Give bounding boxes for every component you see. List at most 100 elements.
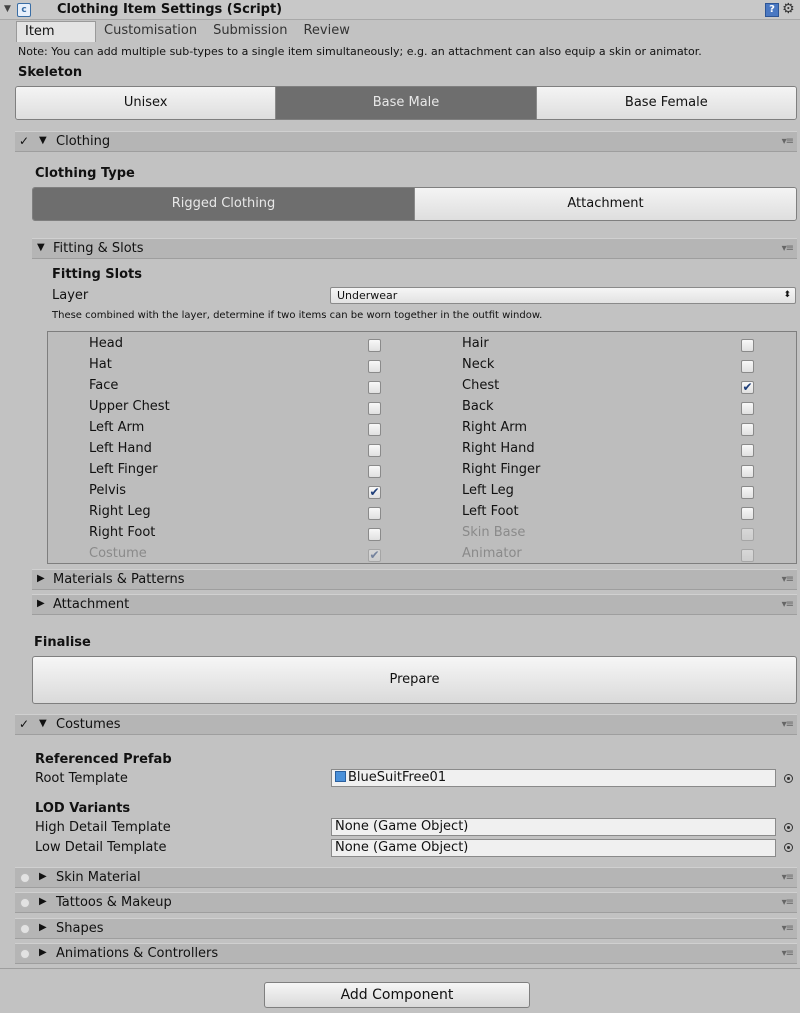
root-template-field[interactable]: BlueSuitFree01 <box>331 769 776 787</box>
slot-checkbox-hat[interactable] <box>368 360 381 373</box>
fitting-slots-grid: Head Hat Face Upper Chest Left Arm Left Hand L… <box>47 331 797 564</box>
clothing-foldout[interactable]: ✓ ▼ Clothing ▾≡ <box>15 131 797 152</box>
slot-checkbox-chest[interactable]: ✔ <box>741 381 754 394</box>
collapsed-arrow-icon: ▶ <box>39 922 47 933</box>
finalise-label: Finalise <box>34 635 91 650</box>
slot-checkbox-costume: ✔ <box>368 548 381 562</box>
slot-checkbox-right-foot[interactable] <box>368 528 381 541</box>
collapsed-arrow-icon: ▶ <box>39 896 47 907</box>
slot-checkbox-head[interactable] <box>368 339 381 352</box>
object-picker-icon[interactable] <box>784 843 793 852</box>
section-menu-icon[interactable]: ▾≡ <box>782 897 794 908</box>
slot-checkbox-right-arm[interactable] <box>741 423 754 436</box>
slot-label-hair: Hair <box>462 336 489 351</box>
tattoos-makeup-foldout[interactable]: ▶ Tattoos & Makeup ▾≡ <box>15 892 797 913</box>
slot-checkbox-back[interactable] <box>741 402 754 415</box>
dropdown-arrows-icon: ⬍ <box>783 290 791 300</box>
layer-dropdown[interactable]: Underwear ⬍ <box>330 287 796 304</box>
prepare-button[interactable]: Prepare <box>32 656 797 704</box>
slot-checkbox-hair[interactable] <box>741 339 754 352</box>
layer-label: Layer <box>52 288 89 303</box>
clothing-type-label: Clothing Type <box>35 166 135 181</box>
disabled-toggle-icon[interactable] <box>20 924 30 934</box>
tab-customisation[interactable]: Customisation <box>96 21 205 42</box>
collapsed-arrow-icon: ▶ <box>37 598 45 609</box>
slot-checkbox-left-finger[interactable] <box>368 465 381 478</box>
slot-checkbox-right-leg[interactable] <box>368 507 381 520</box>
clothing-type-rigged[interactable]: Rigged Clothing <box>33 188 415 220</box>
materials-patterns-foldout[interactable]: ▶ Materials & Patterns ▾≡ <box>32 569 797 590</box>
disabled-toggle-icon[interactable] <box>20 898 30 908</box>
object-picker-icon[interactable] <box>784 823 793 832</box>
slot-label-left-leg: Left Leg <box>462 483 514 498</box>
foldout-arrow-icon[interactable]: ▼ <box>4 4 11 14</box>
enabled-check-icon[interactable]: ✓ <box>19 134 29 148</box>
help-icon[interactable]: ? <box>765 3 779 17</box>
section-menu-icon[interactable]: ▾≡ <box>782 599 794 610</box>
slot-checkbox-right-hand[interactable] <box>741 444 754 457</box>
slot-label-costume: Costume <box>89 546 147 561</box>
section-menu-icon[interactable]: ▾≡ <box>782 136 794 147</box>
note-text: Note: You can add multiple sub-types to … <box>18 45 702 58</box>
shapes-foldout[interactable]: ▶ Shapes ▾≡ <box>15 918 797 939</box>
root-template-label: Root Template <box>35 771 128 786</box>
section-menu-icon[interactable]: ▾≡ <box>782 719 794 730</box>
low-detail-field[interactable]: None (Game Object) <box>331 839 776 857</box>
skeleton-option-base-female[interactable]: Base Female <box>536 87 796 119</box>
section-menu-icon[interactable]: ▾≡ <box>782 948 794 959</box>
slot-checkbox-left-leg[interactable] <box>741 486 754 499</box>
slot-label-left-hand: Left Hand <box>89 441 152 456</box>
object-picker-icon[interactable] <box>784 774 793 783</box>
slot-label-right-leg: Right Leg <box>89 504 151 519</box>
section-menu-icon[interactable]: ▾≡ <box>782 923 794 934</box>
slot-checkbox-left-hand[interactable] <box>368 444 381 457</box>
high-detail-field[interactable]: None (Game Object) <box>331 818 776 836</box>
layer-hint-text: These combined with the layer, determine… <box>52 310 543 321</box>
root-template-value: BlueSuitFree01 <box>348 770 447 785</box>
tab-review[interactable]: Review <box>295 21 357 42</box>
slot-label-skin-base: Skin Base <box>462 525 526 540</box>
disabled-toggle-icon[interactable] <box>20 873 30 883</box>
slot-label-right-arm: Right Arm <box>462 420 528 435</box>
section-menu-icon[interactable]: ▾≡ <box>782 243 794 254</box>
disabled-toggle-icon[interactable] <box>20 949 30 959</box>
clothing-foldout-label: Clothing <box>56 134 111 149</box>
slot-label-chest: Chest <box>462 378 500 393</box>
slot-label-left-arm: Left Arm <box>89 420 145 435</box>
costumes-foldout[interactable]: ✓ ▼ Costumes ▾≡ <box>15 714 797 735</box>
attachment-foldout[interactable]: ▶ Attachment ▾≡ <box>32 594 797 615</box>
slot-checkbox-pelvis[interactable]: ✔ <box>368 486 381 499</box>
skeleton-option-base-male[interactable]: Base Male <box>276 87 537 119</box>
slot-checkbox-upper-chest[interactable] <box>368 402 381 415</box>
slot-checkbox-neck[interactable] <box>741 360 754 373</box>
animations-controllers-label: Animations & Controllers <box>56 946 219 961</box>
clothing-type-attachment[interactable]: Attachment <box>415 188 796 220</box>
enabled-check-icon[interactable]: ✓ <box>19 717 29 731</box>
low-detail-label: Low Detail Template <box>35 840 167 855</box>
gear-icon[interactable]: ⚙ <box>782 1 795 17</box>
high-detail-label: High Detail Template <box>35 820 171 835</box>
tab-item[interactable]: Item <box>16 21 96 42</box>
slot-checkbox-face[interactable] <box>368 381 381 394</box>
slot-label-neck: Neck <box>462 357 495 372</box>
fitting-slots-heading: Fitting Slots <box>52 267 143 282</box>
slot-label-right-finger: Right Finger <box>462 462 541 477</box>
section-menu-icon[interactable]: ▾≡ <box>782 574 794 585</box>
slot-checkbox-left-arm[interactable] <box>368 423 381 436</box>
animations-controllers-foldout[interactable]: ▶ Animations & Controllers ▾≡ <box>15 943 797 964</box>
slot-checkbox-right-finger[interactable] <box>741 465 754 478</box>
slot-checkbox-skin-base <box>741 528 754 541</box>
skeleton-option-unisex[interactable]: Unisex <box>16 87 277 119</box>
section-menu-icon[interactable]: ▾≡ <box>782 872 794 883</box>
slot-label-face: Face <box>89 378 119 393</box>
collapsed-arrow-icon: ▶ <box>37 573 45 584</box>
slot-label-right-hand: Right Hand <box>462 441 535 456</box>
tab-submission[interactable]: Submission <box>205 21 295 42</box>
add-component-button[interactable]: Add Component <box>264 982 530 1008</box>
skin-material-foldout[interactable]: ▶ Skin Material ▾≡ <box>15 867 797 888</box>
inspector-footer: Add Component <box>0 968 800 1013</box>
clothing-type-selector: Rigged Clothing Attachment <box>32 187 797 221</box>
slot-label-hat: Hat <box>89 357 112 372</box>
fitting-slots-foldout[interactable]: ▼ Fitting & Slots ▾≡ <box>32 238 797 259</box>
slot-checkbox-left-foot[interactable] <box>741 507 754 520</box>
